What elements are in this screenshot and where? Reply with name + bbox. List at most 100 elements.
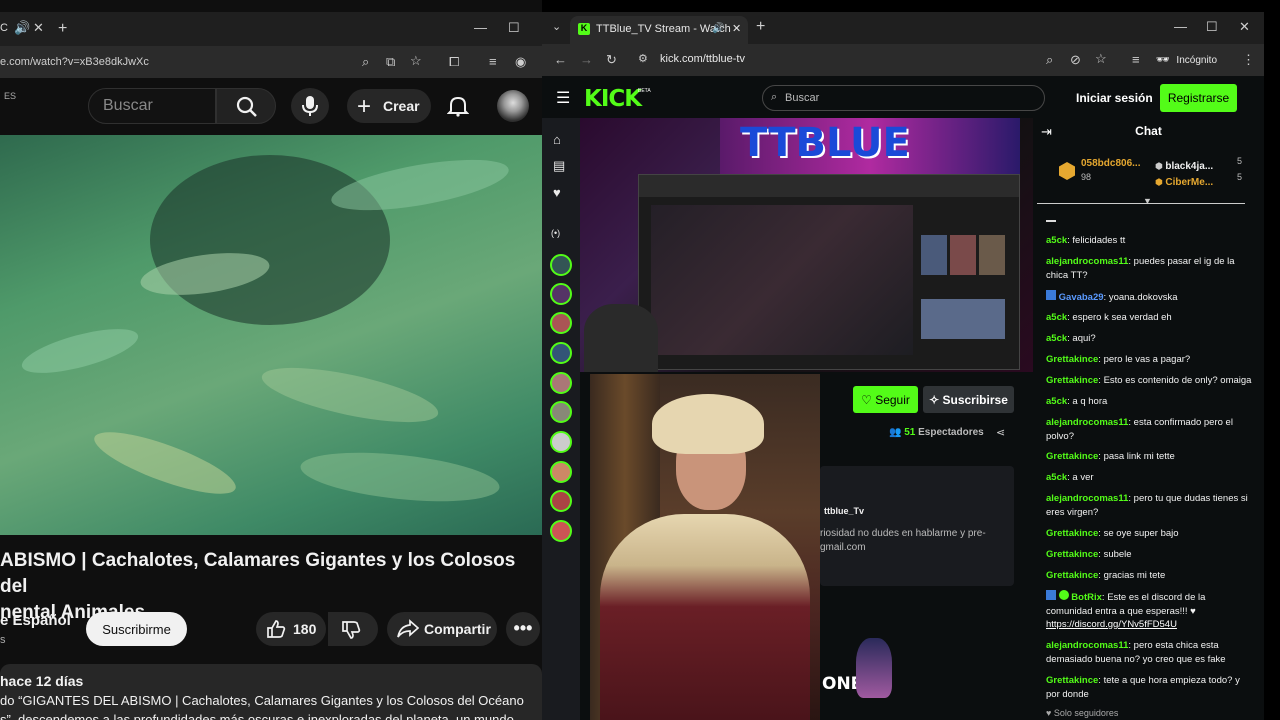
tracking-off-icon[interactable]: ⊘ (1070, 52, 1081, 68)
share-button[interactable]: Compartir (387, 612, 497, 646)
stream-player[interactable]: TTBLUE (580, 118, 1033, 372)
kick-search-input[interactable]: ⌕ Buscar (762, 85, 1045, 111)
close-tab-icon[interactable]: ✕ (33, 20, 44, 36)
back-icon[interactable]: ← (554, 52, 567, 67)
chat-username[interactable]: Grettakince (1046, 549, 1098, 560)
kick-logo[interactable]: KICK (584, 86, 642, 112)
reload-icon[interactable]: ↻ (606, 52, 617, 68)
channel-name[interactable]: e Español (0, 612, 71, 629)
shared-screen-thumb (921, 299, 1005, 339)
register-button[interactable]: Registrarse (1160, 84, 1237, 112)
followed-channel-avatar[interactable] (550, 520, 572, 542)
reading-list-icon[interactable]: ≡ (1132, 52, 1140, 67)
following-heart-icon[interactable]: ♥ (553, 185, 561, 200)
zoom-icon[interactable]: ⌕ (362, 54, 369, 70)
like-button[interactable]: 180 (256, 612, 326, 646)
reading-list-icon[interactable]: ≡ (489, 54, 497, 69)
browse-icon[interactable]: ▤ (553, 158, 565, 174)
create-button[interactable]: + Crear (347, 89, 431, 123)
chat-scroll-marker (1046, 220, 1056, 222)
video-description[interactable]: hace 12 días do “GIGANTES DEL ABISMO | C… (0, 664, 542, 720)
chat-text: pasa link mi tette (1103, 451, 1175, 462)
minimize-icon[interactable]: — (1174, 19, 1187, 34)
home-icon[interactable]: ⌂ (553, 132, 561, 147)
chat-text: pero le vas a pagar? (1103, 354, 1191, 365)
bookmark-star-icon[interactable]: ☆ (410, 53, 422, 69)
subscribe-button[interactable]: ✧ Suscribirse (923, 386, 1014, 413)
followed-channel-avatar[interactable] (550, 342, 572, 364)
share-icon[interactable]: ⋖ (996, 426, 1005, 439)
kick-url[interactable]: kick.com/ttblue-tv (660, 53, 745, 65)
close-window-icon[interactable]: ✕ (1239, 19, 1250, 35)
browser-menu-icon[interactable]: ⋮ (1242, 52, 1255, 68)
kick-favicon: K (578, 23, 590, 35)
yt-search-button[interactable] (216, 88, 276, 124)
followed-channel-avatar[interactable] (550, 372, 572, 394)
chat-username[interactable]: Gavaba29 (1059, 292, 1104, 303)
chat-username[interactable]: alejandrocomas11 (1046, 640, 1128, 651)
chat-username[interactable]: Grettakince (1046, 354, 1098, 365)
viewers-number: 51 (904, 427, 916, 438)
followed-channel-avatar[interactable] (550, 431, 572, 453)
tab-list-icon[interactable]: ⌄ (552, 20, 561, 33)
maximize-icon[interactable]: ☐ (508, 20, 520, 36)
chat-username[interactable]: Grettakince (1046, 675, 1098, 686)
followed-channel-avatar[interactable] (550, 490, 572, 512)
yt-url[interactable]: e.com/watch?v=xB3e8dkJwXc (0, 56, 149, 68)
chat-message: a5ck: a q hora (1046, 396, 1108, 407)
avatar[interactable] (497, 90, 529, 122)
new-tab-icon[interactable]: + (58, 20, 67, 38)
chat-username[interactable]: a5ck (1046, 333, 1067, 344)
dislike-button[interactable] (328, 612, 378, 646)
followed-channel-avatar[interactable] (550, 283, 572, 305)
follow-button[interactable]: ♡ Seguir (853, 386, 918, 413)
close-tab-icon[interactable]: ✕ (732, 22, 741, 35)
video-player[interactable] (0, 135, 542, 535)
yt-search-input[interactable]: Buscar (88, 88, 216, 124)
chat-message: Grettakince: gracias mi tete (1046, 570, 1166, 581)
incognito-badge[interactable]: 🕶 Incógnito (1156, 50, 1217, 70)
more-dots-icon: ••• (513, 618, 533, 638)
chat-username[interactable]: BotRix (1071, 592, 1102, 603)
followed-channel-avatar[interactable] (550, 401, 572, 423)
minimize-icon[interactable]: — (474, 20, 487, 35)
yt-tab[interactable]: C 🔊 ✕ (0, 16, 50, 40)
followed-channel-avatar[interactable] (550, 254, 572, 276)
extensions-icon[interactable]: ⧠ (449, 54, 459, 70)
subscribe-button[interactable]: Suscribirme (86, 612, 187, 646)
chat-username[interactable]: alejandrocomas11 (1046, 417, 1128, 428)
login-button[interactable]: Iniciar sesión (1076, 91, 1153, 105)
chat-username[interactable]: Grettakince (1046, 570, 1098, 581)
cast-icon[interactable]: ⧉ (386, 54, 395, 70)
voice-search-button[interactable] (291, 88, 329, 124)
site-info-icon[interactable]: ⚙ (638, 52, 648, 65)
live-broadcast-icon[interactable]: (•) (551, 228, 560, 238)
kick-tab[interactable]: K TTBlue_TV Stream - Watch 🔊 ✕ (570, 16, 748, 44)
expand-leaderboard-icon[interactable]: ▼ (1143, 196, 1152, 206)
chat-link[interactable]: https://discord.gg/YNv5fFD54U (1046, 619, 1177, 630)
country-code: ES (4, 91, 17, 101)
chat-username[interactable]: Grettakince (1046, 451, 1098, 462)
chat-username[interactable]: a5ck (1046, 312, 1067, 323)
hamburger-menu-icon[interactable]: ☰ (556, 88, 570, 108)
chat-message: alejandrocomas11: puedes pasar el ig de … (1046, 256, 1235, 281)
notifications-bell-icon[interactable] (447, 95, 469, 117)
followed-channel-avatar[interactable] (550, 312, 572, 334)
zoom-icon[interactable]: ⌕ (1046, 52, 1053, 68)
new-tab-icon[interactable]: + (756, 18, 765, 36)
maximize-icon[interactable]: ☐ (1206, 19, 1218, 35)
forward-icon[interactable]: → (580, 52, 593, 67)
profile-icon[interactable]: ◉ (515, 54, 526, 70)
bookmark-star-icon[interactable]: ☆ (1095, 51, 1107, 67)
star-icon: ✧ (929, 393, 943, 407)
chat-username[interactable]: Grettakince (1046, 528, 1098, 539)
chat-username[interactable]: alejandrocomas11 (1046, 256, 1128, 267)
crown-badge-icon: ⬢ (1155, 161, 1166, 171)
chat-username[interactable]: a5ck (1046, 396, 1067, 407)
chat-username[interactable]: alejandrocomas11 (1046, 493, 1128, 504)
more-actions-button[interactable]: ••• (506, 612, 540, 646)
chat-username[interactable]: Grettakince (1046, 375, 1098, 386)
chat-username[interactable]: a5ck (1046, 472, 1067, 483)
chat-username[interactable]: a5ck (1046, 235, 1067, 246)
followed-channel-avatar[interactable] (550, 461, 572, 483)
